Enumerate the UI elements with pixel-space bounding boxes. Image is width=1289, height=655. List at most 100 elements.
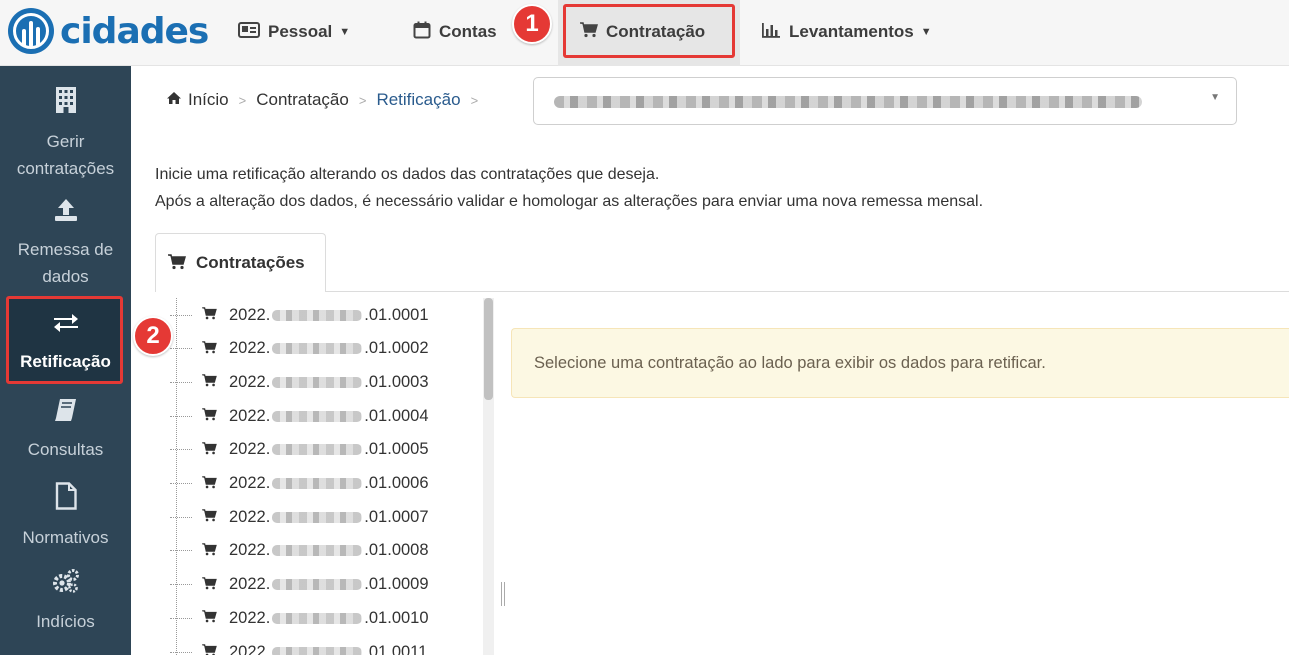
contract-code-prefix: 2022. — [229, 406, 271, 425]
contract-code-prefix: 2022. — [229, 440, 271, 459]
contract-code-prefix: 2022. — [229, 575, 271, 594]
redacted-entity-name — [554, 96, 1142, 108]
cart-icon — [202, 576, 217, 593]
tab-contratacoes[interactable]: Contratações — [155, 233, 326, 292]
contract-code-suffix: .01.0001 — [364, 305, 429, 324]
contract-code-prefix: 2022. — [229, 339, 271, 358]
sidebar-item-label: Consultas — [27, 440, 104, 459]
tree-branch-line — [170, 483, 192, 484]
scrollbar-thumb[interactable] — [484, 298, 493, 400]
contract-code-prefix: 2022. — [229, 305, 271, 324]
tree-item-contract[interactable]: 2022. .01.0008 — [170, 536, 429, 566]
cart-icon — [202, 307, 217, 323]
nav-pessoal[interactable]: Pessoal ▼ — [238, 12, 350, 52]
tree-branch-line — [170, 381, 192, 383]
entity-select[interactable]: ▼ — [533, 77, 1237, 125]
tree-branch-line — [170, 415, 192, 417]
home-icon — [166, 90, 182, 110]
redacted-contract-code — [272, 376, 363, 388]
sidebar-item-label: Normativos — [22, 528, 109, 547]
tree-branch-line — [170, 449, 192, 451]
breadcrumb-home-link[interactable]: Início — [188, 90, 229, 110]
nav-pessoal-label: Pessoal — [268, 22, 333, 41]
contract-code-suffix: .01.0004 — [364, 406, 429, 425]
logo-emblem-icon — [8, 8, 54, 54]
tree-branch-line — [170, 348, 192, 350]
highlight-contratacao — [563, 4, 735, 58]
contract-code-suffix: .01.0002 — [364, 339, 429, 358]
contract-tree: 2022. .01.0001 2022. .01.0002 2022. .01.0003 2… — [170, 298, 486, 655]
sidebar-item-retificacao[interactable]: Retificação — [0, 312, 131, 375]
tree-branch-line — [170, 550, 192, 552]
tree-item-contract[interactable]: 2022. .01.0001 — [170, 300, 429, 330]
cart-icon — [202, 475, 217, 492]
contract-code-prefix: 2022. — [229, 372, 271, 391]
nav-contas[interactable]: Contas — [413, 12, 497, 52]
tree-item-contract[interactable]: 2022. .01.0005 — [170, 435, 429, 465]
sidebar-item-remessa-de-dados[interactable]: Remessa de dados — [0, 198, 131, 290]
cart-icon — [202, 374, 217, 390]
redacted-contract-code — [272, 646, 363, 655]
document-icon — [0, 482, 131, 518]
nav-levantamentos-label: Levantamentos — [789, 22, 914, 41]
sidebar-item-label: Gerir contratações — [16, 132, 115, 178]
contract-code-prefix: 2022. — [229, 642, 271, 655]
book-icon — [0, 398, 131, 430]
sidebar-item-normativos[interactable]: Normativos — [0, 482, 131, 551]
id-card-icon — [238, 22, 260, 42]
brand-logo[interactable]: cidades — [8, 6, 209, 56]
redacted-contract-code — [272, 478, 363, 489]
brand-name: cidades — [60, 10, 209, 52]
panel-splitter-handle[interactable] — [501, 582, 505, 606]
contract-code-prefix: 2022. — [229, 608, 271, 627]
contract-code-suffix: .01.0005 — [364, 440, 429, 459]
alert-text: Selecione uma contratação ao lado para e… — [534, 353, 1046, 372]
tree-branch-line — [170, 651, 192, 653]
cart-icon — [202, 644, 217, 655]
tree-scrollbar[interactable] — [483, 298, 494, 655]
sidebar-item-label: Remessa de dados — [17, 240, 114, 286]
sidebar-item-label: Retificação — [20, 352, 111, 371]
tree-item-contract[interactable]: 2022. .01.0002 — [170, 334, 429, 364]
breadcrumb-separator-icon: > — [238, 92, 247, 108]
tree-item-contract[interactable]: 2022. .01.0009 — [170, 570, 429, 600]
callout-badge-1: 1 — [512, 4, 552, 44]
tree-item-contract[interactable]: 2022. .01.0010 — [170, 603, 429, 633]
exchange-arrows-icon — [0, 312, 131, 342]
tree-item-contract[interactable]: 2022. .01.0004 — [170, 401, 429, 431]
redacted-contract-code — [272, 612, 363, 624]
contract-code-suffix: .01.0009 — [364, 575, 429, 594]
redacted-contract-code — [272, 309, 363, 321]
tree-branch-line — [170, 584, 192, 586]
tree-item-contract[interactable]: 2022. .01.0011 — [170, 637, 427, 655]
breadcrumb-section-link[interactable]: Contratação — [256, 90, 349, 110]
sidebar-item-consultas[interactable]: Consultas — [0, 398, 131, 463]
sidebar-item-label: Indícios — [36, 612, 95, 631]
selection-alert: Selecione uma contratação ao lado para e… — [511, 328, 1289, 398]
breadcrumb-current[interactable]: Retificação — [376, 90, 460, 110]
breadcrumb: Início > Contratação > Retificação > — [166, 87, 488, 113]
cart-icon — [202, 442, 217, 458]
nav-levantamentos[interactable]: Levantamentos ▼ — [761, 12, 932, 52]
redacted-contract-code — [272, 545, 363, 557]
sidebar-item-indicios[interactable]: Indícios — [0, 568, 131, 635]
sidebar: Gerir contratações Remessa de dados Reti… — [0, 66, 131, 655]
intro-line-1: Inicie uma retificação alterando os dado… — [155, 166, 660, 183]
calendar-icon — [413, 21, 431, 43]
tree-item-contract[interactable]: 2022. .01.0006 — [170, 469, 429, 499]
upload-icon — [0, 198, 131, 230]
contract-code-suffix: .01.0010 — [364, 608, 429, 627]
contract-code-suffix: .01.0008 — [364, 541, 429, 560]
sidebar-item-gerir-contratacoes[interactable]: Gerir contratações — [0, 86, 131, 182]
contract-code-prefix: 2022. — [229, 507, 271, 526]
gears-icon — [0, 568, 131, 602]
tree-item-contract[interactable]: 2022. .01.0007 — [170, 502, 429, 532]
contract-code-prefix: 2022. — [229, 474, 271, 492]
tree-item-contract[interactable]: 2022. .01.0003 — [170, 367, 429, 397]
chevron-down-icon: ▼ — [1210, 92, 1220, 103]
tree-branch-line — [170, 314, 192, 316]
bar-chart-icon — [761, 22, 781, 42]
contract-code-suffix: .01.0006 — [364, 474, 429, 492]
building-icon — [0, 86, 131, 122]
tree-branch-line — [170, 516, 192, 518]
